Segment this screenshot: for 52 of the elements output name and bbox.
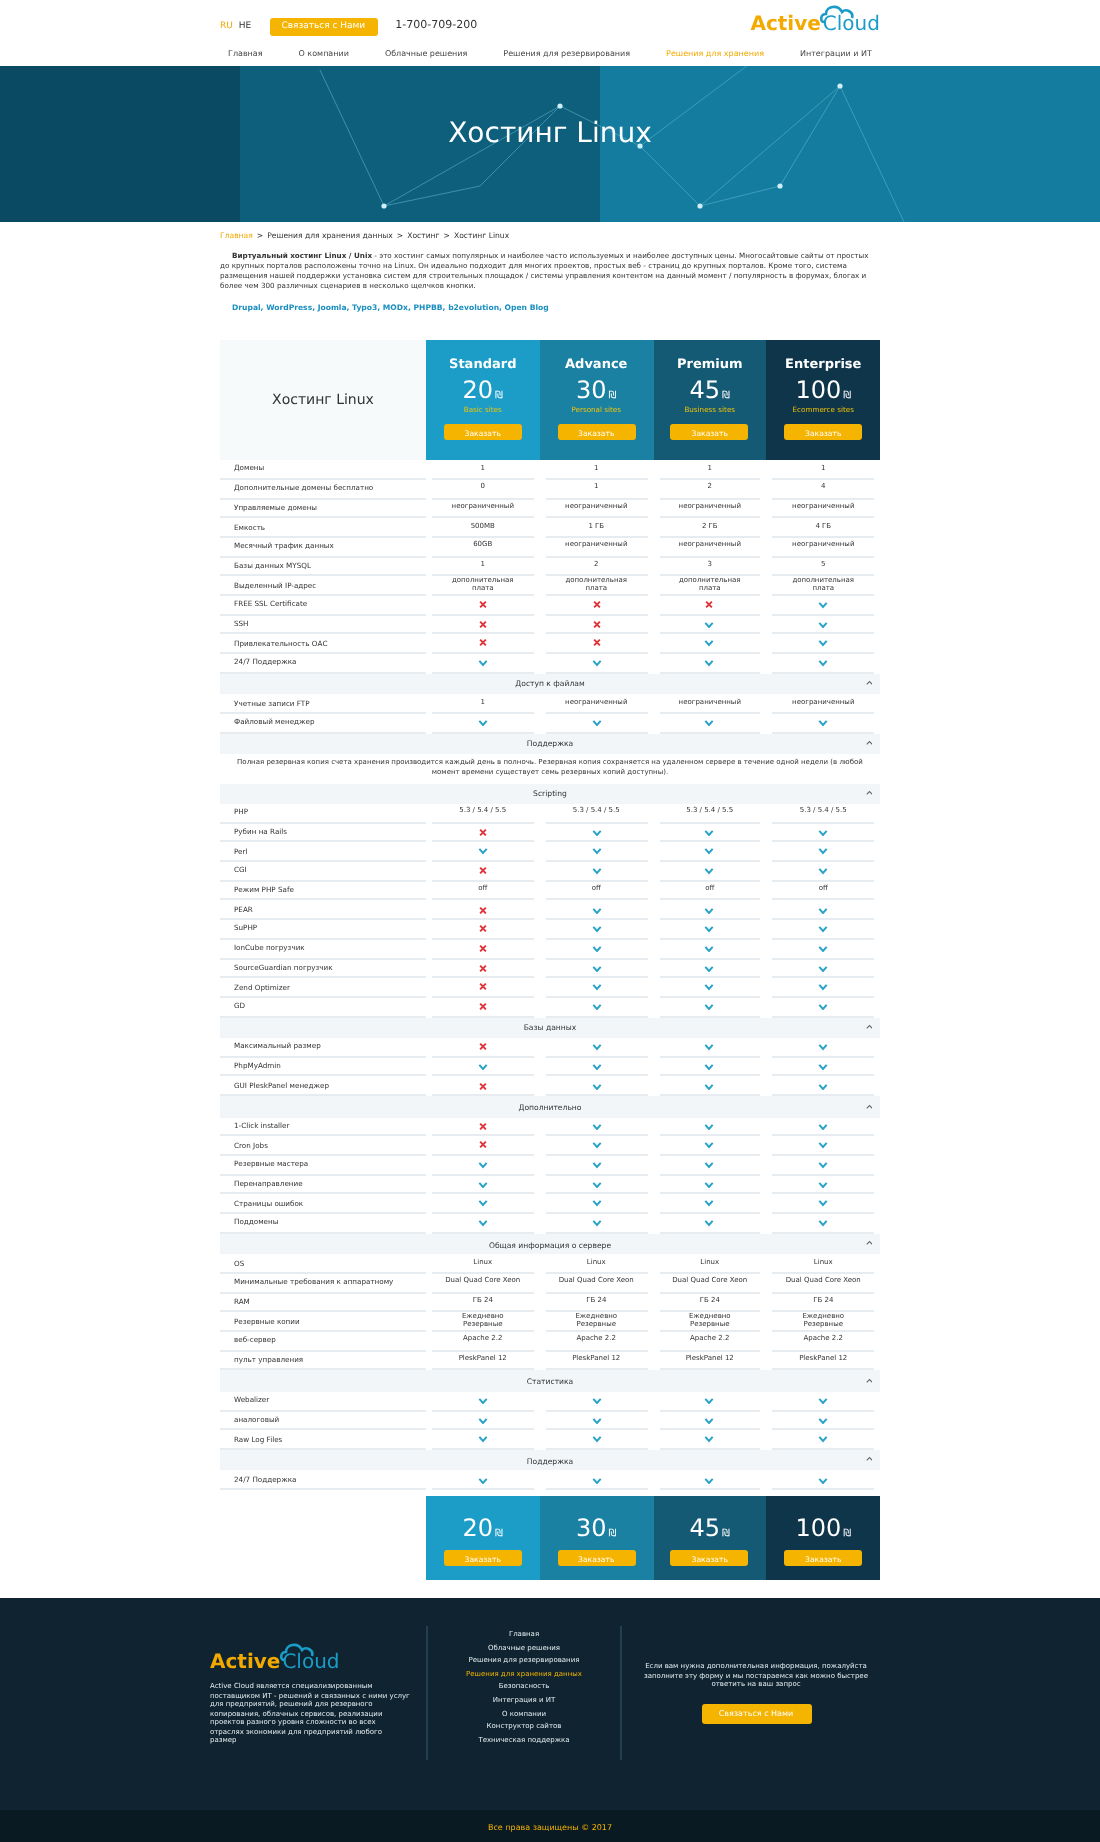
caret-icon: [865, 1377, 872, 1384]
cross-icon: [477, 827, 488, 837]
check-icon: [704, 717, 715, 727]
check-icon: [818, 717, 829, 727]
cross-icon: [477, 924, 488, 934]
check-icon: [477, 717, 488, 727]
check-icon: [477, 846, 488, 856]
cross-icon: [591, 600, 602, 610]
price: 30: [576, 376, 607, 405]
cross-icon: [704, 600, 715, 610]
logo-text: Cloud: [822, 16, 880, 36]
check-icon: [477, 1061, 488, 1071]
price: 20: [462, 1514, 494, 1543]
cross-icon: [477, 943, 488, 953]
check-icon: [704, 1475, 715, 1485]
caret-icon: [865, 1456, 872, 1463]
price: 45: [689, 376, 721, 405]
check-icon: [477, 658, 488, 668]
caret-icon: [865, 1240, 872, 1247]
price: 100: [795, 376, 842, 405]
check-icon: [477, 1475, 488, 1485]
page-title: Хостинг Linux: [448, 118, 652, 150]
caret-icon: [865, 1103, 872, 1110]
caret-icon: [865, 1024, 872, 1031]
cross-icon: [591, 619, 602, 629]
cross-icon: [477, 1001, 488, 1011]
cross-icon: [477, 638, 488, 648]
cross-icon: [477, 600, 488, 610]
logo-text: Cloud: [282, 1654, 340, 1674]
check-icon: [818, 1475, 829, 1485]
price: 20: [462, 376, 494, 405]
caret-icon: [865, 680, 872, 687]
check-icon: [591, 717, 602, 727]
cross-icon: [477, 866, 488, 876]
price: 45: [689, 1514, 721, 1543]
cross-icon: [477, 1121, 488, 1131]
cross-icon: [477, 1081, 488, 1091]
caret-icon: [865, 740, 872, 747]
price: 30: [576, 1514, 607, 1543]
cross-icon: [477, 963, 488, 973]
cross-icon: [477, 1140, 488, 1150]
cross-icon: [477, 982, 488, 992]
check-icon: [591, 1475, 602, 1485]
cross-icon: [477, 619, 488, 629]
check-icon: [591, 658, 602, 668]
cross-icon: [591, 638, 602, 648]
cross-icon: [477, 905, 488, 915]
logo-text: Active: [750, 16, 821, 36]
price: 100: [795, 1514, 842, 1543]
cross-icon: [477, 1042, 488, 1052]
caret-icon: [865, 790, 872, 796]
logo-text: Active: [210, 1654, 281, 1674]
